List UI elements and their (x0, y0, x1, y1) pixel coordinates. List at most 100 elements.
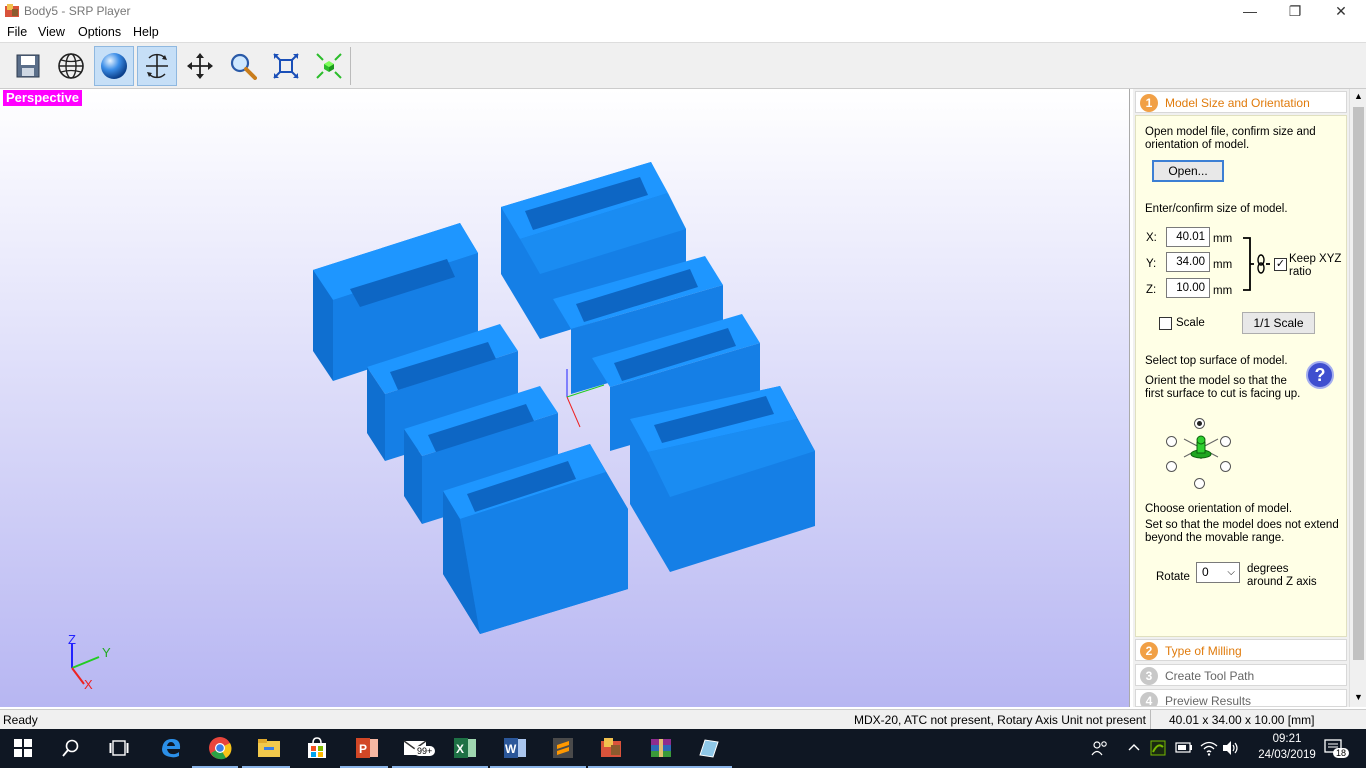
rotate-select[interactable]: 0 ⌵ (1196, 562, 1240, 583)
menu-help[interactable]: Help (133, 25, 159, 39)
pan-button[interactable] (180, 46, 220, 86)
volume-icon[interactable] (1222, 740, 1240, 756)
taskbar-word[interactable]: W (502, 735, 528, 761)
minimize-button[interactable]: — (1227, 0, 1273, 22)
clock-date[interactable]: 24/03/2019 (1244, 749, 1330, 761)
close-button[interactable]: ✕ (1318, 0, 1364, 22)
maximize-button[interactable]: ❐ (1272, 0, 1318, 22)
size-instructions: Enter/confirm size of model. (1145, 203, 1288, 215)
orientation-radio-top[interactable] (1194, 418, 1205, 429)
taskbar-sublime[interactable] (550, 735, 576, 761)
section-milling-type[interactable]: 2 Type of Milling (1135, 639, 1347, 661)
top-surface-desc: Orient the model so that the first surfa… (1145, 375, 1301, 400)
status-bar: Ready MDX-20, ATC not present, Rotary Ax… (0, 709, 1366, 730)
menu-bar: File View Options Help (0, 22, 1366, 42)
section-number: 3 (1140, 667, 1158, 685)
excel-icon: X (454, 738, 476, 758)
taskbar-explorer[interactable] (256, 735, 282, 761)
taskbar-srp-player[interactable] (598, 735, 624, 761)
word-icon: W (504, 738, 526, 758)
orientation-radio-lower-right[interactable] (1220, 461, 1231, 472)
menu-options[interactable]: Options (78, 25, 121, 39)
srp-player-window: Body5 - SRP Player — ❐ ✕ File View Optio… (0, 0, 1366, 768)
windows-logo-icon (14, 739, 32, 757)
toolbar-separator (350, 47, 351, 85)
rotate-view-button[interactable] (137, 46, 177, 86)
save-button[interactable] (8, 46, 48, 86)
menu-file[interactable]: File (7, 25, 27, 39)
3d-viewport[interactable]: Perspective Z Y X (0, 89, 1130, 707)
center-button[interactable] (309, 46, 349, 86)
dim-z-input[interactable]: 10.00 (1166, 278, 1210, 298)
taskbar-edge[interactable] (158, 735, 184, 761)
chrome-icon (209, 737, 232, 760)
fit-button[interactable] (266, 46, 306, 86)
edge-icon (162, 739, 181, 758)
scroll-up-icon[interactable]: ▲ (1354, 91, 1363, 101)
zoom-button[interactable] (223, 46, 263, 86)
keep-ratio-label: Keep XYZ ratio (1289, 253, 1342, 278)
machine-status: MDX-20, ATC not present, Rotary Axis Uni… (854, 713, 1146, 727)
workflow-panel: 1 Model Size and Orientation Open model … (1133, 89, 1366, 707)
dim-y-input[interactable]: 34.00 (1166, 252, 1210, 272)
taskbar-excel[interactable]: X (452, 735, 478, 761)
nvidia-icon[interactable] (1150, 740, 1166, 756)
help-button[interactable]: ? (1306, 361, 1334, 389)
rotate-view-icon (146, 53, 168, 79)
orientation-radio-upper-left[interactable] (1166, 436, 1177, 447)
orientation-title: Choose orientation of model. (1145, 503, 1293, 515)
orientation-radio-bottom[interactable] (1194, 478, 1205, 489)
one-to-one-scale-button[interactable]: 1/1 Scale (1242, 312, 1315, 334)
clock-time[interactable]: 09:21 (1252, 733, 1322, 745)
folder-icon (258, 739, 280, 757)
wireframe-view-button[interactable] (51, 46, 91, 86)
search-button[interactable] (58, 735, 84, 761)
axis-label-y: Y (102, 645, 111, 660)
app-icon (5, 4, 19, 17)
rotate-unit: degrees around Z axis (1247, 563, 1317, 588)
srp-player-icon (601, 738, 621, 757)
start-button[interactable] (10, 735, 36, 761)
taskbar-store[interactable] (304, 735, 330, 761)
section-label: Type of Milling (1165, 644, 1242, 658)
dim-y-label: Y: (1146, 258, 1157, 270)
dim-x-input[interactable]: 40.01 (1166, 227, 1210, 247)
open-button[interactable]: Open... (1152, 160, 1224, 182)
scale-checkbox[interactable] (1159, 317, 1172, 330)
mail-badge: 99+ (414, 746, 436, 756)
scrollbar-thumb[interactable] (1353, 107, 1364, 660)
status-text: Ready (3, 713, 38, 727)
sphere-shaded-icon (101, 53, 127, 79)
taskbar-mail[interactable]: 99+ (402, 735, 436, 761)
task-view-icon (109, 740, 129, 756)
section-label: Create Tool Path (1165, 669, 1255, 683)
battery-icon[interactable] (1175, 741, 1193, 753)
title-bar: Body5 - SRP Player — ❐ ✕ (0, 0, 1366, 22)
taskbar-chrome[interactable] (207, 735, 233, 761)
orientation-radio-lower-left[interactable] (1166, 461, 1177, 472)
task-view-button[interactable] (106, 735, 132, 761)
people-icon[interactable] (1091, 740, 1109, 756)
svg-text:W: W (505, 742, 517, 756)
panel-scrollbar[interactable]: ▲ ▼ (1349, 89, 1366, 707)
wifi-icon[interactable] (1200, 740, 1218, 756)
section-preview[interactable]: 4 Preview Results (1135, 689, 1347, 707)
orientation-radio-upper-right[interactable] (1220, 436, 1231, 447)
fit-to-window-icon (273, 53, 299, 79)
svg-text:X: X (456, 742, 464, 756)
winrar-icon (651, 739, 671, 757)
section-number: 2 (1140, 642, 1158, 660)
menu-view[interactable]: View (38, 25, 65, 39)
section-model-size[interactable]: 1 Model Size and Orientation (1135, 91, 1347, 113)
taskbar-powerpoint[interactable]: P (354, 735, 380, 761)
taskbar-winrar[interactable] (648, 735, 674, 761)
taskbar-app[interactable] (696, 735, 722, 761)
rotate-select-value: 0 (1202, 565, 1209, 579)
shaded-view-button[interactable] (94, 46, 134, 86)
tray-expand-icon[interactable] (1128, 743, 1140, 751)
axis-label-z: Z (68, 632, 76, 647)
section-tool-path[interactable]: 3 Create Tool Path (1135, 664, 1347, 686)
keep-ratio-checkbox[interactable]: ✓ (1274, 258, 1287, 271)
scroll-down-icon[interactable]: ▼ (1354, 692, 1363, 702)
search-icon (62, 739, 79, 757)
